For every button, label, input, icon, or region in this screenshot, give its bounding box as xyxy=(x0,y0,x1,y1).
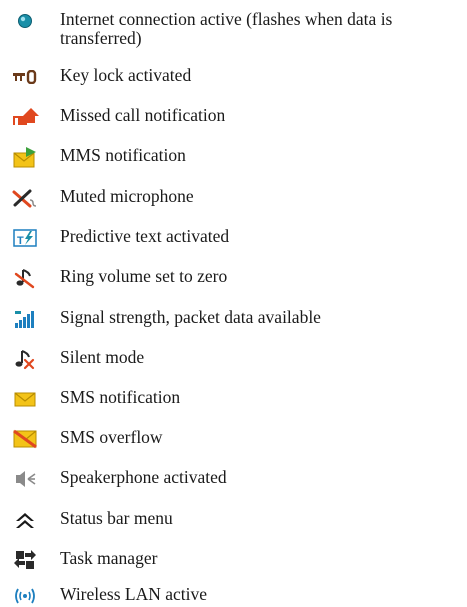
list-item-label: Key lock activated xyxy=(60,65,192,85)
list-item-label: SMS notification xyxy=(60,387,181,407)
list-item-label: MMS notification xyxy=(60,145,186,165)
internet-connection-icon xyxy=(8,10,42,32)
ring-volume-zero-icon xyxy=(8,267,42,289)
list-item-label: Task manager xyxy=(60,548,158,568)
list-item-label: Internet connection active (flashes when… xyxy=(60,9,393,48)
list-item-label: Silent mode xyxy=(60,347,145,367)
list-item-label: Missed call notification xyxy=(60,105,226,125)
list-item-label: Ring volume set to zero xyxy=(60,266,228,286)
silent-mode-icon xyxy=(8,348,42,370)
svg-text:T: T xyxy=(17,235,24,247)
predictive-text-icon: T xyxy=(8,227,42,249)
signal-strength-packet-data-icon xyxy=(8,308,42,330)
list-item-label: SMS overflow xyxy=(60,427,163,447)
muted-microphone-icon xyxy=(8,187,42,209)
task-manager-icon xyxy=(8,549,42,571)
list-item-label: Muted microphone xyxy=(60,186,194,206)
missed-call-icon xyxy=(8,106,42,128)
sms-overflow-icon xyxy=(8,428,42,450)
list-item-label: Speakerphone activated xyxy=(60,467,227,487)
sms-icon xyxy=(8,388,42,410)
list-item-label: Predictive text activated xyxy=(60,226,230,246)
icon-legend-list: Internet connection active (flashes when… xyxy=(0,0,467,606)
key-lock-icon xyxy=(8,66,42,88)
list-item-label: Signal strength, packet data available xyxy=(60,307,321,327)
wireless-lan-icon xyxy=(8,585,42,607)
mms-icon xyxy=(8,146,42,168)
list-item-label: Wireless LAN active xyxy=(60,584,208,604)
list-item-label: Status bar menu xyxy=(60,508,173,528)
speakerphone-icon xyxy=(8,468,42,490)
status-bar-menu-icon xyxy=(8,509,42,531)
